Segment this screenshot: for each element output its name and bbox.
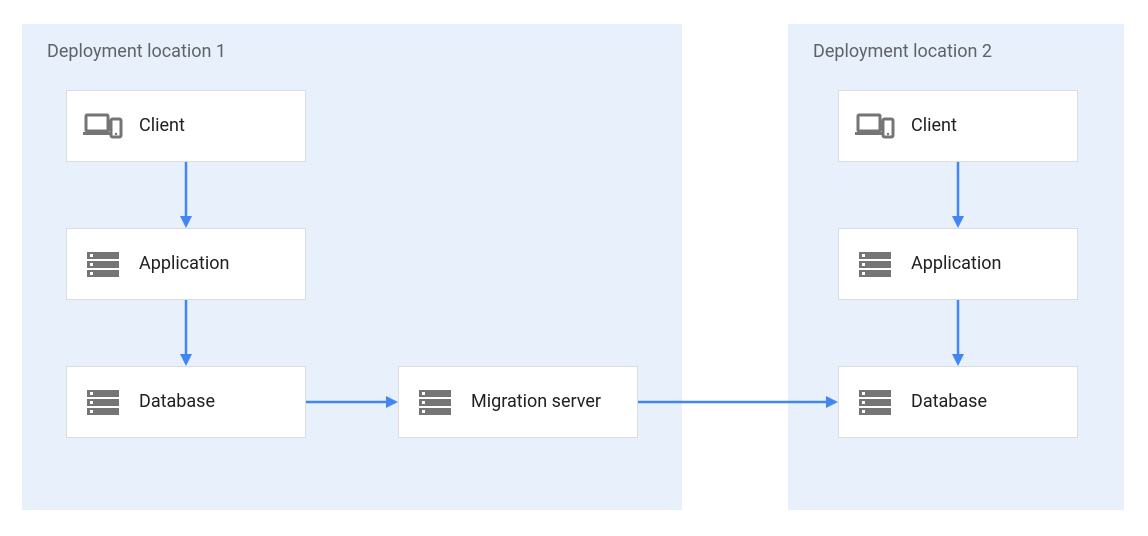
node-migration-server: Migration server (398, 366, 638, 438)
arrow-client2-app2 (952, 162, 964, 228)
server-icon (415, 382, 455, 422)
region-title-2: Deployment location 2 (813, 41, 992, 62)
server-icon (83, 382, 123, 422)
node-database-2: Database (838, 366, 1078, 438)
server-icon (83, 244, 123, 284)
server-icon (855, 244, 895, 284)
server-icon (855, 382, 895, 422)
node-application-2: Application (838, 228, 1078, 300)
node-database-1: Database (66, 366, 306, 438)
node-label: Application (139, 252, 229, 275)
node-label: Application (911, 252, 1001, 275)
arrow-client1-app1 (180, 162, 192, 228)
node-label: Client (911, 114, 957, 137)
node-application-1: Application (66, 228, 306, 300)
node-label: Client (139, 114, 185, 137)
node-client-1: Client (66, 90, 306, 162)
client-devices-icon (855, 106, 895, 146)
node-label: Migration server (471, 390, 601, 413)
arrow-migration-db2 (638, 396, 838, 408)
node-label: Database (911, 390, 987, 413)
region-title-1: Deployment location 1 (47, 41, 226, 62)
arrow-db1-migration (306, 396, 398, 408)
node-label: Database (139, 390, 215, 413)
client-devices-icon (83, 106, 123, 146)
arrow-app1-db1 (180, 300, 192, 366)
node-client-2: Client (838, 90, 1078, 162)
arrow-app2-db2 (952, 300, 964, 366)
